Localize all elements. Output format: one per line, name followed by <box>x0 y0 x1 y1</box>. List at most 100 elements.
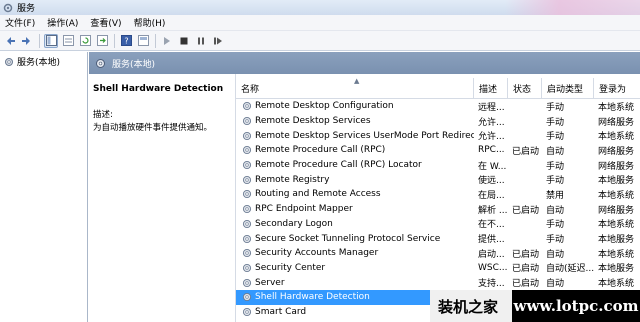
table-row[interactable]: Remote Registry 使远... 手动 本地服务 <box>236 172 640 187</box>
watermark-url: www.lotpc.com <box>512 290 640 322</box>
menu-file[interactable]: 文件(F) <box>5 16 35 29</box>
service-logon-cell-text: 网络服务 <box>598 146 635 157</box>
column-header-description[interactable]: 描述 <box>474 78 508 99</box>
table-row[interactable]: Secondary Logon 在不... 手动 本地系统 <box>236 217 640 232</box>
service-logon-cell: 本地系统 <box>594 129 640 142</box>
description-label: 描述: <box>93 110 113 120</box>
service-description-cell-text: 支持... <box>478 279 505 290</box>
console-tree: 服务(本地) <box>0 52 88 322</box>
service-gear-icon <box>242 278 252 287</box>
service-startup-type-cell: 手动 <box>542 173 594 186</box>
service-name-cell: Security Center <box>236 263 474 273</box>
column-header-logon-as[interactable]: 登录为 <box>594 78 640 99</box>
column-header-status[interactable]: 状态 <box>508 78 542 99</box>
service-status-cell-text: 已启动 <box>512 205 540 216</box>
menu-help[interactable]: 帮助(H) <box>134 16 166 29</box>
console-tree-icon[interactable] <box>44 33 58 48</box>
service-description-cell: 在局... <box>474 188 508 201</box>
column-header-row: ▲ 名称 描述 状态 启动类型 登录为 <box>236 77 640 99</box>
svg-text:?: ? <box>124 37 128 46</box>
service-name-cell: Remote Procedure Call (RPC) <box>236 145 474 155</box>
service-name-cell-text: Security Accounts Manager <box>255 248 379 259</box>
column-header-startup-type[interactable]: 启动类型 <box>542 78 594 99</box>
properties-icon[interactable] <box>61 34 75 48</box>
menu-bar: 文件(F) 操作(A) 查看(V) 帮助(H) <box>0 15 640 31</box>
service-logon-cell-text: 本地系统 <box>598 279 635 290</box>
service-logon-cell-text: 网络服务 <box>598 117 635 128</box>
service-logon-cell: 本地系统 <box>594 217 640 230</box>
service-status-cell-text: 已启动 <box>512 249 540 260</box>
service-name-cell-text: Secondary Logon <box>255 218 333 229</box>
service-description-cell-text: 远程... <box>478 102 505 113</box>
service-description-cell: 启动... <box>474 247 508 260</box>
service-name-cell-text: Secure Socket Tunneling Protocol Service <box>255 233 441 244</box>
refresh-icon[interactable] <box>78 34 92 48</box>
sort-ascending-icon: ▲ <box>354 77 360 85</box>
services-list[interactable]: ▲ 名称 描述 状态 启动类型 登录为 Remote Desktop Confi… <box>235 74 640 322</box>
service-gear-icon <box>242 161 252 170</box>
service-logon-cell-text: 本地服务 <box>598 176 635 187</box>
table-row[interactable]: Security Accounts Manager 启动... 已启动 自动 本地系统 <box>236 246 640 261</box>
service-gear-icon <box>242 205 252 214</box>
service-logon-cell: 本地服务 <box>594 173 640 186</box>
service-logon-cell: 网络服务 <box>594 115 640 128</box>
forward-arrow-icon[interactable] <box>20 34 34 48</box>
export-icon[interactable] <box>95 34 109 48</box>
service-name-cell: Remote Desktop Services <box>236 116 474 126</box>
service-description-cell-text: 在不... <box>478 220 505 231</box>
service-gear-icon <box>242 219 252 228</box>
back-arrow-icon[interactable] <box>3 34 17 48</box>
table-row[interactable]: Remote Desktop Services 允许... 手动 网络服务 <box>236 114 640 129</box>
tree-item-label: 服务(本地) <box>17 58 61 68</box>
service-logon-cell: 本地系统 <box>594 188 640 201</box>
watermark: 装机之家 www.lotpc.com <box>430 290 640 322</box>
table-row[interactable]: Remote Procedure Call (RPC) RPC... 已启动 自动 网络… <box>236 143 640 158</box>
table-row[interactable]: Routing and Remote Access 在局... 禁用 本地系统 <box>236 187 640 202</box>
service-startup-type-cell: 手动 <box>542 129 594 142</box>
service-logon-cell-text: 本地系统 <box>598 132 635 143</box>
play-icon[interactable] <box>160 34 174 48</box>
help-icon[interactable]: ? <box>119 34 133 48</box>
tree-item-services-local[interactable]: 服务(本地) <box>0 52 87 68</box>
service-name-cell-text: Remote Procedure Call (RPC) <box>255 145 386 156</box>
menu-view[interactable]: 查看(V) <box>90 16 121 29</box>
column-header-name[interactable]: ▲ 名称 <box>236 77 474 99</box>
service-startup-type-cell: 手动 <box>542 100 594 113</box>
service-name-cell-text: Remote Desktop Configuration <box>255 101 394 112</box>
service-startup-type-cell: 手动 <box>542 232 594 245</box>
service-startup-type-cell: 自动 <box>542 276 594 289</box>
service-status-cell-text: 已启动 <box>512 279 540 290</box>
table-row[interactable]: Server 支持... 已启动 自动 本地系统 <box>236 275 640 290</box>
service-logon-cell: 本地服务 <box>594 232 640 245</box>
table-row[interactable]: Security Center WSC... 已启动 自动(延迟... 本地服务 <box>236 261 640 276</box>
table-row[interactable]: Remote Desktop Services UserMode Port Re… <box>236 128 640 143</box>
service-logon-cell: 本地系统 <box>594 100 640 113</box>
service-status-cell: 已启动 <box>508 203 542 216</box>
pause-icon[interactable] <box>194 34 208 48</box>
service-description-cell-text: RPC... <box>478 145 505 156</box>
service-startup-type-cell: 自动 <box>542 247 594 260</box>
table-row[interactable]: Remote Procedure Call (RPC) Locator 在 W..… <box>236 158 640 173</box>
service-logon-cell-text: 本地服务 <box>598 264 635 275</box>
gear-icon <box>96 58 105 68</box>
restart-icon[interactable] <box>211 34 225 48</box>
service-startup-type-cell-text: 手动 <box>546 132 565 143</box>
menu-action[interactable]: 操作(A) <box>47 16 78 29</box>
service-startup-type-cell: 手动 <box>542 159 594 172</box>
service-description-cell-text: 启动... <box>478 249 505 260</box>
service-name-cell-text: Remote Registry <box>255 174 330 185</box>
view-icon[interactable] <box>136 34 150 48</box>
service-description-cell: 使远... <box>474 173 508 186</box>
service-logon-cell-text: 网络服务 <box>598 161 635 172</box>
service-gear-icon <box>242 131 252 140</box>
table-row[interactable]: Secure Socket Tunneling Protocol Service… <box>236 231 640 246</box>
stop-icon[interactable] <box>177 34 191 48</box>
service-startup-type-cell: 自动(延迟... <box>542 261 594 274</box>
service-logon-cell-text: 本地服务 <box>598 235 635 246</box>
service-description-cell-text: 在 W... <box>478 161 507 172</box>
table-row[interactable]: Remote Desktop Configuration 远程... 手动 本地系统 <box>236 99 640 114</box>
table-row[interactable]: RPC Endpoint Mapper 解析 ... 已启动 自动 网络服务 <box>236 202 640 217</box>
service-startup-type-cell-text: 自动 <box>546 205 565 216</box>
services-app-icon <box>3 3 13 12</box>
service-gear-icon <box>242 175 252 184</box>
